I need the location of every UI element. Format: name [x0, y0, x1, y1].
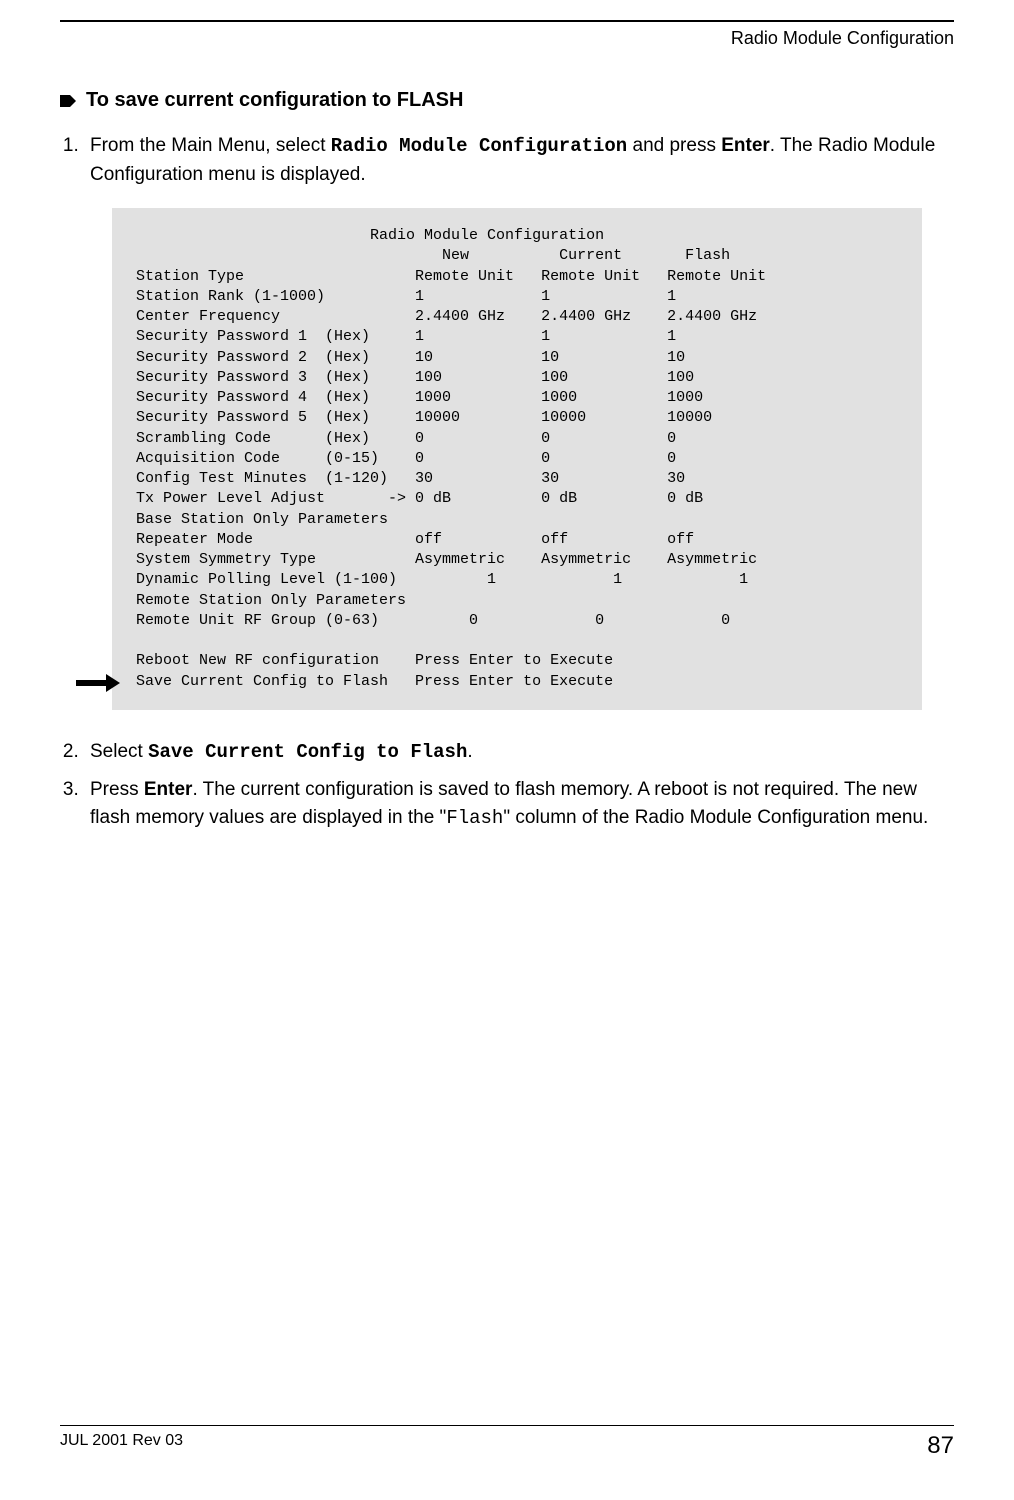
footer-page-number: 87 [927, 1432, 954, 1460]
step-1-key: Enter [721, 135, 770, 156]
section-title: To save current configuration to FLASH [86, 89, 463, 112]
step-1: From the Main Menu, select Radio Module … [84, 132, 954, 188]
running-header-text: Radio Module Configuration [731, 28, 954, 48]
step-list: From the Main Menu, select Radio Module … [60, 132, 954, 188]
step-2: Select Save Current Config to Flash. [84, 738, 954, 767]
step-3-pre: Press [90, 779, 144, 800]
footer-left: JUL 2001 Rev 03 [60, 1432, 183, 1460]
pointer-arrow-icon [76, 674, 120, 692]
step-list-cont: Select Save Current Config to Flash. Pre… [60, 738, 954, 833]
step-2-post: . [467, 741, 472, 762]
terminal-wrap: Radio Module Configuration New Current F… [112, 208, 954, 710]
step-1-pre: From the Main Menu, select [90, 135, 331, 156]
procedure-bullet-icon [60, 93, 76, 109]
step-3-col: Flash [446, 807, 503, 829]
step-2-pre: Select [90, 741, 148, 762]
step-1-mid: and press [627, 135, 721, 156]
page-footer: JUL 2001 Rev 03 87 [60, 1425, 954, 1460]
step-2-menu: Save Current Config to Flash [148, 741, 467, 763]
step-1-menu: Radio Module Configuration [331, 135, 627, 157]
step-3-post: " column of the Radio Module Configurati… [503, 807, 928, 828]
running-header: Radio Module Configuration [60, 20, 954, 49]
section-title-row: To save current configuration to FLASH [60, 89, 954, 112]
step-3: Press Enter. The current configuration i… [84, 776, 954, 832]
step-3-key: Enter [144, 779, 193, 800]
terminal-screen: Radio Module Configuration New Current F… [112, 208, 922, 710]
